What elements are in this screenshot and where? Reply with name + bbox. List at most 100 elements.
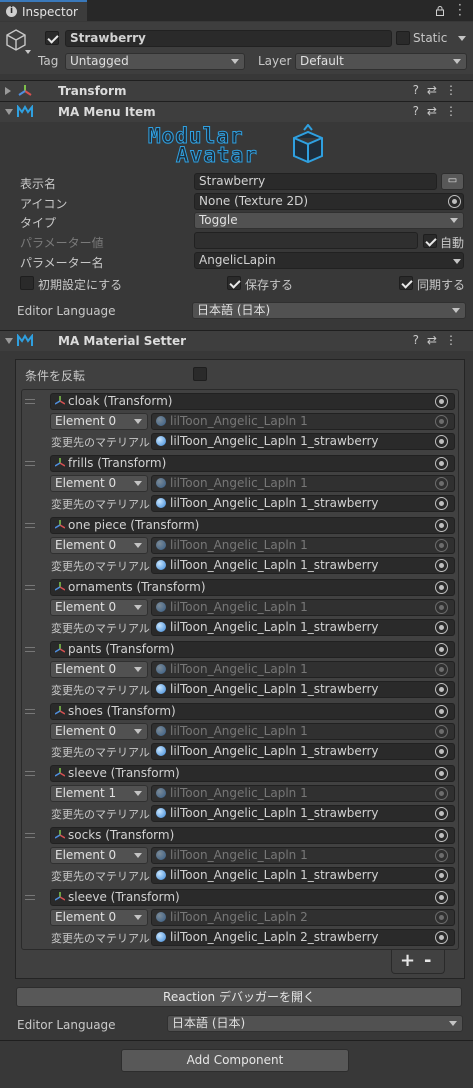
object-picker-icon[interactable]: [435, 891, 448, 904]
object-picker-icon[interactable]: [435, 395, 448, 408]
parameter-value-label: パラメーター値: [20, 236, 104, 250]
object-picker-icon: [435, 663, 448, 676]
object-picker-icon[interactable]: [435, 435, 448, 448]
display-name-field[interactable]: Strawberry: [194, 173, 437, 190]
foldout-arrow-icon[interactable]: [5, 338, 13, 344]
editor-language-dropdown-2[interactable]: 日本語 (日本): [167, 1015, 463, 1032]
object-picker-icon[interactable]: [435, 745, 448, 758]
drag-handle-icon[interactable]: [25, 647, 35, 652]
object-picker-icon[interactable]: [435, 931, 448, 944]
static-checkbox[interactable]: [396, 31, 410, 45]
object-reference-field[interactable]: shoes (Transform): [50, 703, 455, 720]
kebab-icon[interactable]: · · ·: [458, 0, 462, 21]
editor-language-label-2: Editor Language: [17, 1018, 116, 1032]
object-picker-icon[interactable]: [448, 195, 461, 208]
object-picker-icon[interactable]: [435, 457, 448, 470]
object-picker-icon[interactable]: [435, 559, 448, 572]
object-picker-icon[interactable]: [435, 869, 448, 882]
drag-handle-icon[interactable]: [25, 585, 35, 590]
drag-handle-icon[interactable]: [25, 771, 35, 776]
static-dropdown-arrow[interactable]: [458, 36, 466, 41]
invert-condition-label: 条件を反転: [25, 369, 86, 383]
element-dropdown[interactable]: Element 0: [50, 599, 148, 616]
target-material-label: 変更先のマテリアル: [51, 436, 150, 449]
object-picker-icon: [435, 415, 448, 428]
object-picker-icon[interactable]: [435, 705, 448, 718]
parameter-name-field[interactable]: AngelicLapin: [194, 252, 464, 269]
invert-condition-checkbox[interactable]: [193, 367, 207, 381]
parameter-name-dropdown-arrow[interactable]: [453, 259, 461, 264]
object-picker-icon[interactable]: [435, 621, 448, 634]
transform-component-header[interactable]: Transform ?⇄⋮: [0, 80, 473, 101]
object-reference-field[interactable]: sleeve (Transform): [50, 765, 455, 782]
component-header-icons[interactable]: ?⇄⋮: [413, 104, 465, 118]
drag-handle-icon[interactable]: [25, 895, 35, 900]
target-material-field[interactable]: lilToon_Angelic_Lapln 1_strawberry: [151, 743, 455, 760]
object-reference-field[interactable]: cloak (Transform): [50, 393, 455, 410]
object-picker-icon[interactable]: [435, 581, 448, 594]
drag-handle-icon[interactable]: [25, 709, 35, 714]
target-material-field[interactable]: lilToon_Angelic_Lapln 1_strawberry: [151, 619, 455, 636]
auto-checkbox[interactable]: [423, 234, 437, 248]
target-material-field[interactable]: lilToon_Angelic_Lapln 1_strawberry: [151, 867, 455, 884]
object-reference-field[interactable]: one piece (Transform): [50, 517, 455, 534]
target-material-field[interactable]: lilToon_Angelic_Lapln 2_strawberry: [151, 929, 455, 946]
drag-handle-icon[interactable]: [25, 461, 35, 466]
gameobject-name-field[interactable]: Strawberry: [65, 30, 392, 47]
parameter-value-field[interactable]: [194, 232, 418, 249]
foldout-arrow-icon[interactable]: [5, 87, 11, 95]
gameobject-active-toggle[interactable]: [45, 31, 59, 45]
element-dropdown[interactable]: Element 0: [50, 413, 148, 430]
component-header-icons[interactable]: ?⇄⋮: [413, 83, 465, 97]
element-dropdown[interactable]: Element 0: [50, 847, 148, 864]
reaction-debugger-button[interactable]: Reaction デバッガーを開く: [16, 987, 462, 1007]
element-dropdown[interactable]: Element 1: [50, 785, 148, 802]
target-material-field[interactable]: lilToon_Angelic_Lapln 1_strawberry: [151, 805, 455, 822]
editor-language-dropdown[interactable]: 日本語 (日本): [192, 302, 466, 319]
object-reference-field[interactable]: socks (Transform): [50, 827, 455, 844]
material-icon: [156, 726, 166, 736]
remove-entry-button[interactable]: -: [424, 952, 431, 970]
tag-dropdown[interactable]: Untagged: [65, 53, 245, 70]
target-material-field[interactable]: lilToon_Angelic_Lapln 1_strawberry: [151, 495, 455, 512]
object-picker-icon[interactable]: [435, 519, 448, 532]
drag-handle-icon[interactable]: [25, 399, 35, 404]
list-item: sleeve (Transform) Element 0 lilToon_Ang…: [22, 889, 458, 949]
element-dropdown[interactable]: Element 0: [50, 723, 148, 740]
component-header-icons[interactable]: ?⇄⋮: [413, 333, 465, 347]
element-dropdown[interactable]: Element 0: [50, 909, 148, 926]
ma-material-setter-header[interactable]: MA Material Setter ?⇄⋮: [0, 330, 473, 351]
object-picker-icon[interactable]: [435, 829, 448, 842]
icon-dropdown-arrow[interactable]: [25, 50, 31, 54]
object-reference-field[interactable]: sleeve (Transform): [50, 889, 455, 906]
foldout-arrow-icon[interactable]: [5, 109, 13, 115]
object-picker-icon[interactable]: [435, 767, 448, 780]
element-dropdown[interactable]: Element 0: [50, 475, 148, 492]
layer-dropdown[interactable]: Default: [295, 53, 467, 70]
object-reference-field[interactable]: frills (Transform): [50, 455, 455, 472]
lock-icon[interactable]: [436, 5, 444, 16]
drag-handle-icon[interactable]: [25, 833, 35, 838]
object-picker-icon[interactable]: [435, 497, 448, 510]
element-dropdown[interactable]: Element 0: [50, 537, 148, 554]
inspector-tab[interactable]: i Inspector: [0, 0, 87, 21]
object-reference-field[interactable]: ornaments (Transform): [50, 579, 455, 596]
object-picker-icon[interactable]: [435, 643, 448, 656]
target-material-field[interactable]: lilToon_Angelic_Lapln 1_strawberry: [151, 681, 455, 698]
saved-checkbox[interactable]: [227, 276, 241, 290]
name-options-button[interactable]: ▭: [441, 173, 464, 190]
icon-field[interactable]: None (Texture 2D): [194, 193, 464, 210]
element-dropdown[interactable]: Element 0: [50, 661, 148, 678]
default-checkbox[interactable]: [20, 276, 34, 290]
target-material-field[interactable]: lilToon_Angelic_Lapln 1_strawberry: [151, 557, 455, 574]
add-entry-button[interactable]: +: [400, 952, 415, 970]
synced-checkbox[interactable]: [399, 276, 413, 290]
type-dropdown[interactable]: Toggle: [194, 212, 464, 229]
ma-menu-item-header[interactable]: MA Menu Item ?⇄⋮: [0, 101, 473, 122]
drag-handle-icon[interactable]: [25, 523, 35, 528]
target-material-field[interactable]: lilToon_Angelic_Lapln 1_strawberry: [151, 433, 455, 450]
object-picker-icon[interactable]: [435, 683, 448, 696]
object-picker-icon[interactable]: [435, 807, 448, 820]
add-component-button[interactable]: Add Component: [121, 1049, 349, 1072]
object-reference-field[interactable]: pants (Transform): [50, 641, 455, 658]
